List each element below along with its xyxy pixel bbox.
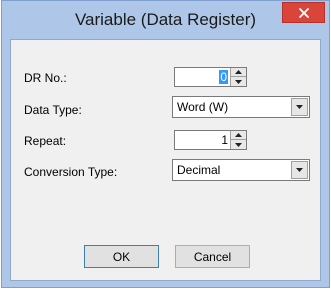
close-icon	[298, 7, 309, 18]
dr-no-spinner[interactable]: 0	[174, 67, 247, 87]
cancel-button[interactable]: Cancel	[175, 245, 250, 268]
repeat-value[interactable]: 1	[221, 133, 228, 147]
data-type-dropdown-button[interactable]	[291, 98, 308, 116]
dialog-window: Variable (Data Register) DR No.: 0 Data …	[1, 0, 330, 288]
chevron-down-icon	[296, 105, 303, 109]
arrow-down-icon	[235, 79, 242, 84]
conversion-type-dropdown-button[interactable]	[291, 161, 308, 179]
arrow-up-icon	[235, 70, 242, 74]
repeat-spinner[interactable]: 1	[174, 130, 247, 150]
dialog-title: Variable (Data Register)	[74, 10, 257, 29]
dr-no-value[interactable]: 0	[219, 70, 228, 84]
chevron-down-icon	[296, 168, 303, 172]
conversion-type-label: Conversion Type:	[24, 165, 118, 179]
title-bar[interactable]: Variable (Data Register)	[2, 1, 329, 39]
dialog-body: DR No.: 0 Data Type: Word (W) Repeat: 1	[10, 39, 321, 281]
close-button[interactable]	[282, 2, 325, 23]
dr-no-up-button[interactable]	[231, 68, 246, 77]
repeat-spin-buttons	[230, 131, 246, 149]
repeat-down-button[interactable]	[231, 140, 246, 149]
repeat-up-button[interactable]	[231, 131, 246, 140]
arrow-down-icon	[235, 142, 242, 147]
conversion-type-value: Decimal	[177, 163, 221, 177]
dr-no-label: DR No.:	[24, 71, 67, 85]
ok-button[interactable]: OK	[84, 245, 159, 268]
data-type-dropdown[interactable]: Word (W)	[172, 96, 310, 118]
conversion-type-dropdown[interactable]: Decimal	[172, 159, 310, 181]
data-type-label: Data Type:	[24, 103, 82, 117]
dr-no-spin-buttons	[230, 68, 246, 86]
arrow-up-icon	[235, 133, 242, 137]
data-type-value: Word (W)	[177, 100, 229, 114]
dr-no-down-button[interactable]	[231, 77, 246, 86]
repeat-label: Repeat:	[24, 134, 67, 148]
